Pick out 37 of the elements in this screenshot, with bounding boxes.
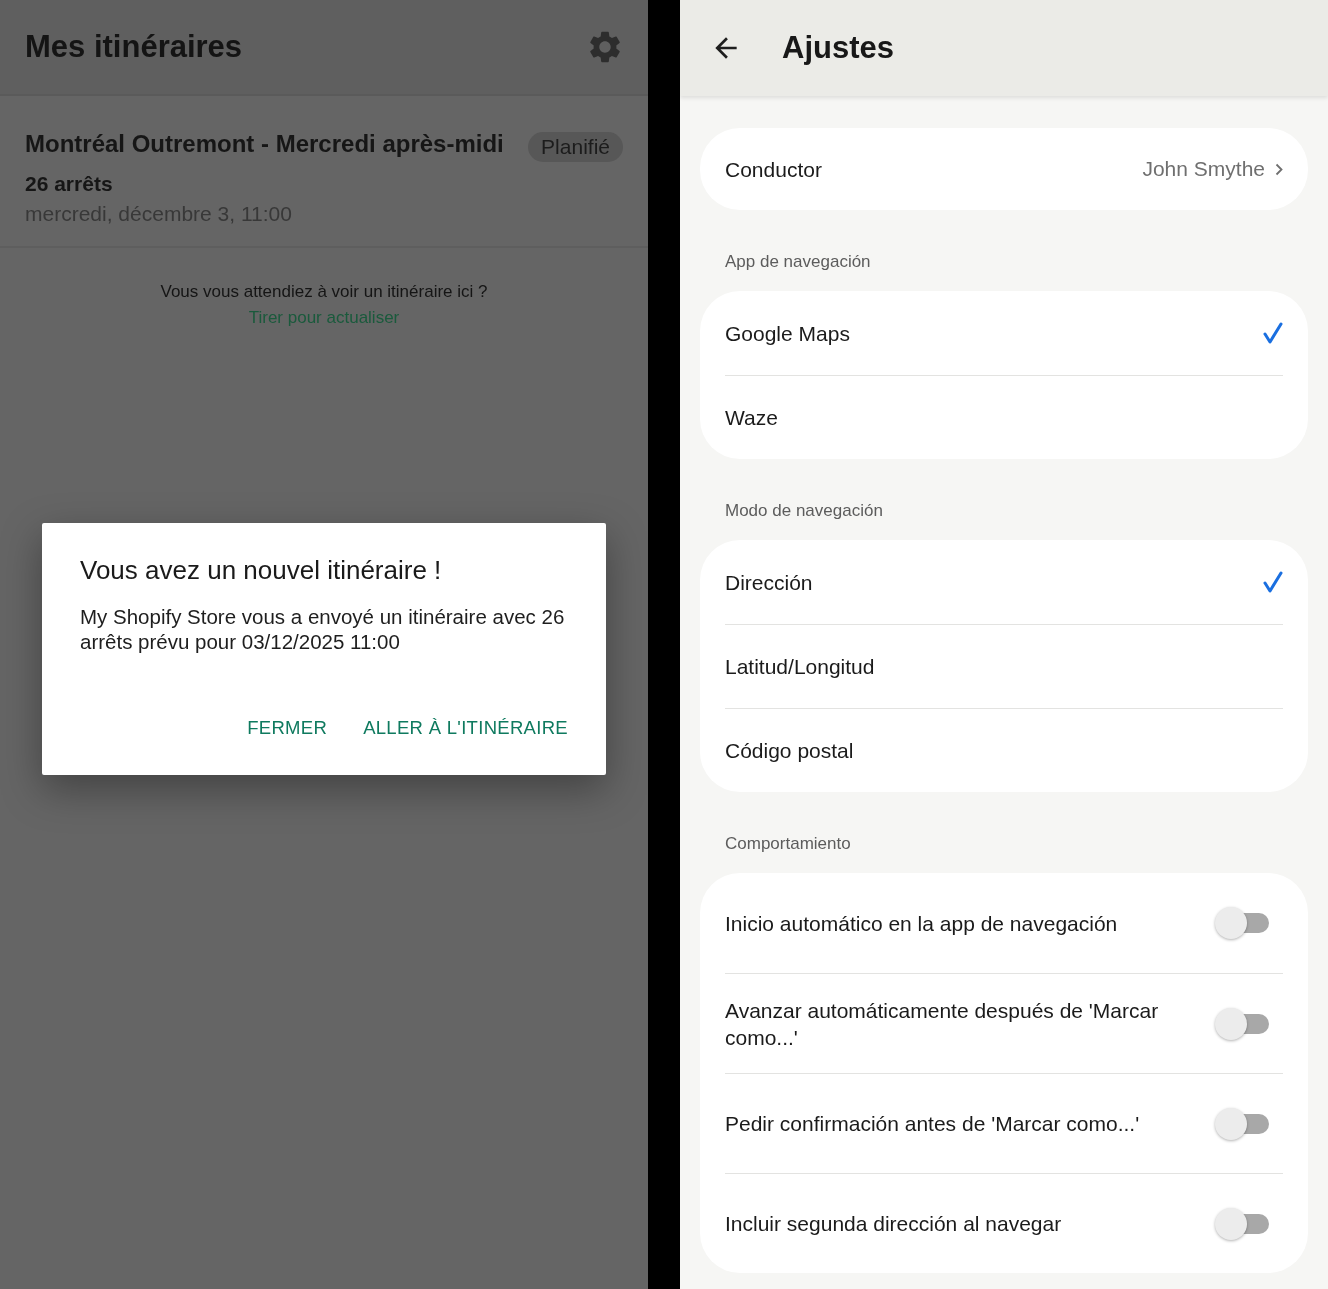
setting-label: Incluir segunda dirección al navegar [725,1211,1062,1237]
section-heading: App de navegación [724,251,872,273]
dialog-button[interactable]: FERMER [247,717,328,739]
option-label: Google Maps [725,320,850,347]
empty-hint: Vous vous attendiez à voir un itinéraire ici ? [160,282,488,302]
driver-row[interactable]: Conductor John Smythe [725,128,1283,210]
setting-label: Avanzar automáticamente después de 'Marcar como...' [725,997,1160,1051]
setting-label: Conductor [725,156,822,183]
option-row[interactable]: Latitud/Longitud [725,624,1283,708]
option-row[interactable]: Google Maps [725,291,1283,375]
dialog-message: My Shopify Store vous a envoyé un itinéraire avec 26 arrêts prévu pour 03/12/2025 11:00 [80,604,566,654]
option-label: Dirección [725,569,813,596]
route-title: Montréal Outremont - Mercredi après-midi [25,130,505,159]
chevron-right-icon [1275,162,1283,176]
screen-title: Ajustes [782,30,894,66]
setting-label: Inicio automático en la app de navegación [725,910,1118,937]
toggle-switch[interactable] [1215,1206,1269,1241]
toggle-switch[interactable] [1215,1006,1269,1041]
dialog-button[interactable]: ALLER À L'ITINÉRAIRE [363,717,568,739]
setting-label: Pedir confirmación antes de 'Marcar como...' [725,1111,1140,1137]
option-row[interactable]: Dirección [725,540,1283,624]
toggle-switch[interactable] [1215,1106,1269,1141]
option-row[interactable]: Waze [725,375,1283,459]
option-row[interactable]: Código postal [725,708,1283,792]
check-icon [1263,571,1283,593]
option-label: Waze [725,405,778,431]
driver-name: John Smythe [1142,157,1265,181]
option-label: Latitud/Longitud [725,654,875,680]
status-badge: Planifié [528,132,623,162]
dialog-title: Vous avez un nouvel itinéraire ! [80,555,443,586]
section-heading: Modo de navegación [724,500,884,522]
section-heading: Comportamiento [724,833,852,855]
check-icon [1263,322,1283,344]
screen-title: Mes itinéraires [25,29,243,65]
option-label: Código postal [725,738,854,764]
stops-count: 26 arrêts [25,172,114,196]
toggle-switch[interactable] [1215,906,1269,940]
